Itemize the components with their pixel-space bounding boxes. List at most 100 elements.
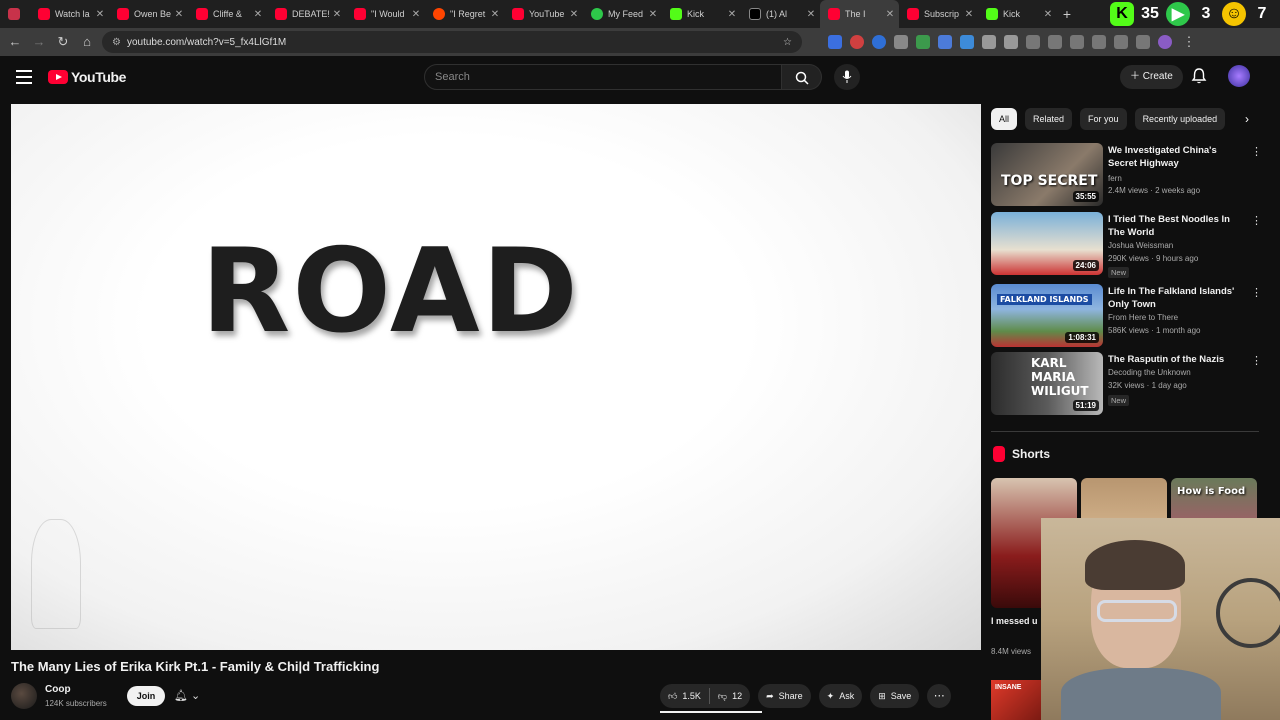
save-button[interactable]: ⊞ Save bbox=[870, 684, 920, 708]
notifications-bell-icon[interactable] bbox=[1190, 67, 1210, 87]
chip-all[interactable]: All bbox=[991, 108, 1018, 130]
browser-tab[interactable]: Kick ✕ bbox=[662, 0, 741, 28]
pinned-tab[interactable] bbox=[0, 0, 30, 28]
browser-tab[interactable]: (1) Al ✕ bbox=[741, 0, 820, 28]
browser-tab[interactable]: YouTube ✕ bbox=[504, 0, 583, 28]
close-tab-icon[interactable]: ✕ bbox=[332, 9, 342, 20]
chip-recently-uploaded[interactable]: Recently uploaded bbox=[1134, 108, 1226, 130]
close-tab-icon[interactable]: ✕ bbox=[964, 9, 974, 20]
account-avatar[interactable] bbox=[1228, 65, 1250, 87]
extension-icon[interactable] bbox=[1114, 35, 1128, 49]
recommendation-title[interactable]: Life In The Falkland Islands' Only Town bbox=[1108, 285, 1246, 311]
search-input[interactable]: Search bbox=[424, 64, 782, 90]
menu-icon[interactable] bbox=[16, 70, 32, 88]
recommendation-title[interactable]: We Investigated China's Secret Highway bbox=[1108, 144, 1246, 170]
close-tab-icon[interactable]: ✕ bbox=[490, 9, 500, 20]
video-thumbnail[interactable]: FALKLAND ISLANDS 1:08:31 bbox=[991, 284, 1103, 347]
browser-tab[interactable]: Cliffe & ✕ bbox=[188, 0, 267, 28]
close-tab-icon[interactable]: ✕ bbox=[569, 9, 579, 20]
more-options-icon[interactable]: ⋮ bbox=[1251, 145, 1262, 158]
chip-related[interactable]: Related bbox=[1025, 108, 1073, 130]
close-tab-icon[interactable]: ✕ bbox=[411, 9, 421, 20]
extension-icon[interactable] bbox=[872, 35, 886, 49]
new-tab-button[interactable]: + bbox=[1057, 6, 1077, 22]
more-options-icon[interactable]: ⋮ bbox=[1251, 354, 1262, 367]
extension-icon[interactable] bbox=[938, 35, 952, 49]
browser-tab[interactable]: The I ✕ bbox=[820, 0, 899, 28]
browser-tab[interactable]: "I Would ✕ bbox=[346, 0, 425, 28]
code-icon[interactable] bbox=[1070, 35, 1084, 49]
youtube-logo[interactable]: YouTube bbox=[48, 69, 126, 85]
browser-tab[interactable]: Watch la ✕ bbox=[30, 0, 109, 28]
extension-icon[interactable] bbox=[850, 35, 864, 49]
search-button[interactable] bbox=[782, 64, 822, 90]
history-icon[interactable] bbox=[1026, 35, 1040, 49]
media-icon[interactable] bbox=[1136, 35, 1150, 49]
more-options-icon[interactable]: ⋮ bbox=[1251, 214, 1262, 227]
close-tab-icon[interactable]: ✕ bbox=[95, 9, 105, 20]
site-info-icon[interactable]: ⚙ bbox=[112, 37, 121, 48]
browser-tab[interactable]: Owen Be ✕ bbox=[109, 0, 188, 28]
share-button[interactable]: ➦ Share bbox=[758, 684, 811, 708]
browser-tab[interactable]: Subscrip ✕ bbox=[899, 0, 978, 28]
recommendation-channel[interactable]: Joshua Weissman bbox=[1108, 241, 1173, 250]
recommendation-channel[interactable]: Decoding the Unknown bbox=[1108, 368, 1191, 377]
thumbs-up-icon: 👍︎ bbox=[668, 690, 678, 701]
video-thumbnail[interactable]: 24:06 bbox=[991, 212, 1103, 275]
puzzle-icon[interactable] bbox=[1004, 35, 1018, 49]
extension-icon[interactable] bbox=[916, 35, 930, 49]
channel-name[interactable]: Coop bbox=[45, 684, 71, 695]
forward-icon[interactable]: → bbox=[30, 33, 48, 51]
video-thumbnail[interactable]: TOP SECRET 35:55 bbox=[991, 143, 1103, 206]
address-bar[interactable]: ⚙ youtube.com/watch?v=5_fx4LlGf1M ☆ bbox=[102, 31, 802, 53]
voice-search-button[interactable] bbox=[834, 64, 860, 90]
profile-icon[interactable] bbox=[1158, 35, 1172, 49]
close-tab-icon[interactable]: ✕ bbox=[885, 9, 895, 20]
recommendation-item[interactable]: KARL MARIA WILIGUT 51:19 The Rasputin of… bbox=[991, 352, 1262, 416]
more-actions-button[interactable]: ⋯ bbox=[927, 684, 952, 708]
recommendation-channel[interactable]: From Here to There bbox=[1108, 313, 1178, 322]
bookmark-star-icon[interactable]: ☆ bbox=[783, 37, 792, 48]
channel-avatar[interactable] bbox=[11, 683, 37, 709]
close-tab-icon[interactable]: ✕ bbox=[174, 9, 184, 20]
join-button[interactable]: Join bbox=[127, 686, 165, 706]
close-tab-icon[interactable]: ✕ bbox=[806, 9, 816, 20]
home-icon[interactable]: ⌂ bbox=[78, 33, 96, 51]
recommendation-item[interactable]: TOP SECRET 35:55 We Investigated China's… bbox=[991, 143, 1262, 207]
recommendation-title[interactable]: I Tried The Best Noodles In The World bbox=[1108, 213, 1246, 239]
reload-icon[interactable]: ↻ bbox=[54, 33, 72, 51]
recommendation-item[interactable]: FALKLAND ISLANDS 1:08:31 Life In The Fal… bbox=[991, 284, 1262, 348]
create-button[interactable]: ＋ Create bbox=[1120, 65, 1183, 89]
close-tab-icon[interactable]: ✕ bbox=[253, 9, 263, 20]
extension-icon[interactable] bbox=[894, 35, 908, 49]
back-icon[interactable]: ← bbox=[6, 33, 24, 51]
chip-for-you[interactable]: For you bbox=[1080, 108, 1127, 130]
browser-tab[interactable]: Kick ✕ bbox=[978, 0, 1057, 28]
video-thumbnail[interactable]: KARL MARIA WILIGUT 51:19 bbox=[991, 352, 1103, 415]
extension-icon[interactable] bbox=[1048, 35, 1062, 49]
sidebar-icon[interactable] bbox=[1092, 35, 1106, 49]
extension-icon[interactable] bbox=[982, 35, 996, 49]
more-options-icon[interactable]: ⋮ bbox=[1251, 286, 1262, 299]
extension-icon[interactable] bbox=[828, 35, 842, 49]
close-tab-icon[interactable]: ✕ bbox=[648, 9, 658, 20]
notification-preference-button[interactable]: 🔔︎ ⌄ bbox=[174, 686, 218, 706]
dislike-button[interactable]: 👎︎ 12 bbox=[710, 684, 750, 708]
recommendation-title[interactable]: The Rasputin of the Nazis bbox=[1108, 353, 1246, 366]
browser-tab[interactable]: My Feed ✕ bbox=[583, 0, 662, 28]
browser-tab[interactable]: DEBATE! ✕ bbox=[267, 0, 346, 28]
recommendation-item[interactable]: 24:06 I Tried The Best Noodles In The Wo… bbox=[991, 212, 1262, 278]
like-button[interactable]: 👍︎ 1.5K bbox=[660, 684, 709, 708]
short-caption[interactable]: I messed u bbox=[991, 616, 1038, 626]
ask-button[interactable]: ✦ Ask bbox=[818, 684, 863, 708]
chevron-right-icon[interactable]: › bbox=[1238, 110, 1256, 128]
extension-icon[interactable] bbox=[960, 35, 974, 49]
browser-menu-icon[interactable]: ⋮ bbox=[1180, 33, 1198, 51]
x-favicon-icon bbox=[749, 8, 761, 20]
close-tab-icon[interactable]: ✕ bbox=[1043, 9, 1053, 20]
video-player[interactable]: ROAD bbox=[11, 104, 981, 650]
browser-tab[interactable]: "I Regret ✕ bbox=[425, 0, 504, 28]
thumbnail-text[interactable]: INSANE bbox=[991, 680, 1041, 720]
recommendation-channel[interactable]: fern bbox=[1108, 174, 1122, 183]
close-tab-icon[interactable]: ✕ bbox=[727, 9, 737, 20]
